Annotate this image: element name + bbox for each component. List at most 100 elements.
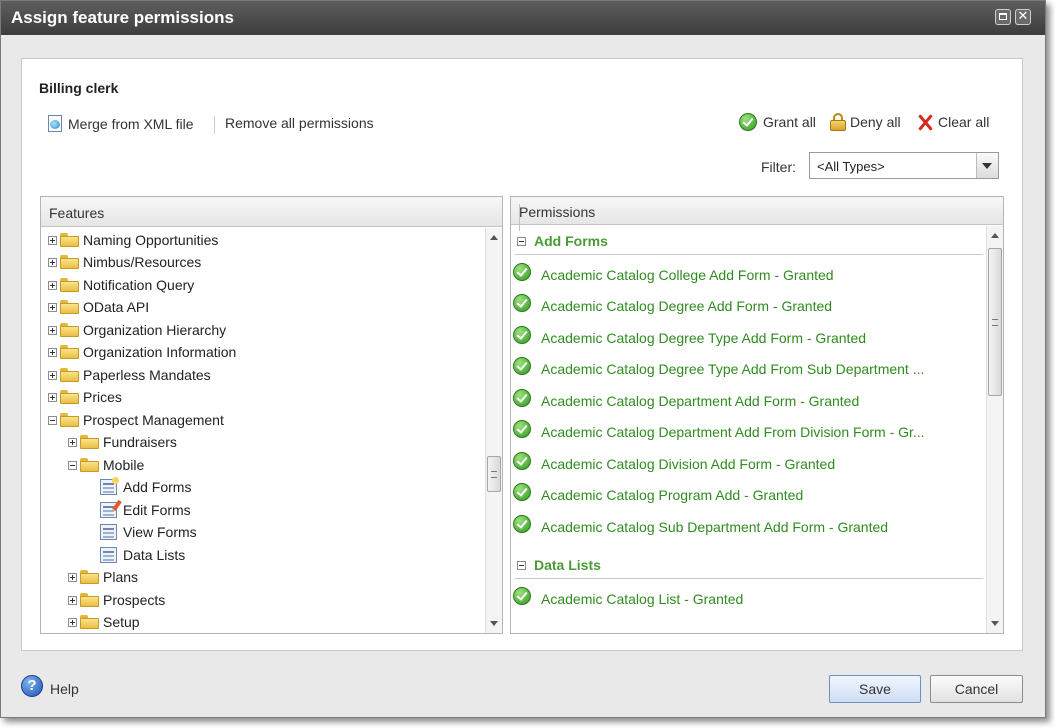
folder-icon	[60, 345, 79, 359]
checkmark-icon	[513, 326, 531, 344]
scroll-thumb[interactable]	[988, 248, 1002, 396]
filter-select[interactable]: <All Types>	[809, 152, 999, 179]
permission-row[interactable]: Academic Catalog List - Granted	[513, 587, 983, 611]
assign-permissions-dialog: Assign feature permissions ✕ Billing cle…	[0, 0, 1046, 718]
checkmark-icon	[513, 357, 531, 375]
tree-item[interactable]: Paperless Mandates	[48, 364, 211, 386]
tree-item[interactable]: Prospects	[68, 589, 165, 611]
filter-label: Filter:	[761, 159, 796, 175]
permissions-panel: Permissions Add Forms Academic Catalog C…	[510, 196, 1004, 634]
collapse-icon[interactable]	[48, 415, 57, 425]
grant-all-label: Grant all	[763, 114, 816, 130]
permissions-header: Permissions	[511, 197, 1003, 231]
collapse-icon[interactable]	[68, 460, 77, 470]
permission-row[interactable]: Academic Catalog Degree Type Add Form - …	[513, 326, 983, 350]
expand-icon[interactable]	[48, 257, 57, 267]
group-header-add-forms[interactable]: Add Forms	[515, 228, 983, 255]
permission-row[interactable]: Academic Catalog Degree Add Form - Grant…	[513, 294, 983, 318]
folder-icon	[60, 278, 79, 292]
folder-icon	[80, 435, 99, 449]
folder-icon	[80, 593, 99, 607]
tree-item[interactable]: OData API	[48, 296, 149, 318]
view-form-icon	[100, 524, 117, 540]
permission-row[interactable]: Academic Catalog College Add Form - Gran…	[513, 263, 983, 287]
lock-icon	[830, 113, 846, 131]
help-link[interactable]: Help	[50, 681, 79, 697]
expand-icon[interactable]	[48, 392, 57, 402]
filter-value: <All Types>	[817, 159, 885, 174]
permission-row[interactable]: Academic Catalog Program Add - Granted	[513, 483, 983, 507]
folder-icon	[80, 458, 99, 472]
help-icon[interactable]: ?	[21, 675, 43, 697]
checkmark-icon	[513, 294, 531, 312]
expand-icon[interactable]	[48, 302, 57, 312]
scroll-thumb[interactable]	[487, 456, 501, 492]
scroll-down-icon[interactable]	[490, 621, 498, 626]
grant-all-button[interactable]: Grant all	[739, 113, 816, 131]
folder-icon	[60, 413, 79, 427]
checkmark-icon	[513, 452, 531, 470]
cancel-button[interactable]: Cancel	[930, 675, 1023, 703]
tree-item[interactable]: View Forms	[100, 521, 197, 543]
merge-xml-button[interactable]: Merge from XML file	[46, 115, 194, 133]
expand-icon[interactable]	[48, 370, 57, 380]
role-name: Billing clerk	[39, 80, 119, 96]
collapse-icon[interactable]	[517, 560, 526, 570]
features-panel: Features Naming Opportunities Nimbus/Res…	[40, 196, 503, 634]
features-header-label: Features	[49, 205, 105, 221]
clear-all-button[interactable]: Clear all	[916, 113, 989, 131]
expand-icon[interactable]	[48, 347, 57, 357]
tree-item[interactable]: Nimbus/Resources	[48, 251, 201, 273]
permission-row[interactable]: Academic Catalog Department Add Form - G…	[513, 389, 983, 413]
expand-icon[interactable]	[68, 617, 77, 627]
deny-all-button[interactable]: Deny all	[830, 113, 901, 131]
expand-icon[interactable]	[68, 572, 77, 582]
folder-icon	[60, 323, 79, 337]
tree-item[interactable]: Mobile	[68, 454, 144, 476]
tree-item[interactable]: Plans	[68, 566, 138, 588]
features-header: Features	[41, 197, 502, 227]
tree-item[interactable]: Organization Information	[48, 341, 236, 363]
save-button[interactable]: Save	[829, 675, 921, 703]
features-scrollbar[interactable]	[485, 228, 502, 633]
tree-item[interactable]: Organization Hierarchy	[48, 319, 226, 341]
permissions-scrollbar[interactable]	[986, 226, 1003, 633]
expand-icon[interactable]	[68, 437, 77, 447]
checkmark-icon	[513, 587, 531, 605]
add-form-icon	[100, 477, 119, 495]
expand-icon[interactable]	[68, 595, 77, 605]
tree-item[interactable]: Prospect Management	[48, 409, 224, 431]
permission-row[interactable]: Academic Catalog Division Add Form - Gra…	[513, 452, 983, 476]
scroll-down-icon[interactable]	[991, 621, 999, 626]
expand-icon[interactable]	[48, 280, 57, 290]
remove-all-label: Remove all permissions	[225, 115, 374, 131]
permission-row[interactable]: Academic Catalog Department Add From Div…	[513, 420, 983, 444]
checkmark-icon	[513, 515, 531, 533]
permission-row[interactable]: Academic Catalog Degree Type Add From Su…	[513, 357, 983, 381]
tree-item[interactable]: Setup	[68, 611, 140, 633]
collapse-icon[interactable]	[517, 236, 526, 246]
group-header-data-lists[interactable]: Data Lists	[515, 552, 983, 579]
tree-item[interactable]: Add Forms	[100, 476, 191, 498]
tree-item[interactable]: Prices	[48, 386, 122, 408]
remove-all-permissions-button[interactable]: Remove all permissions	[225, 115, 374, 131]
tree-item[interactable]: Data Lists	[100, 544, 185, 566]
scroll-up-icon[interactable]	[490, 235, 498, 240]
close-icon[interactable]: ✕	[1015, 9, 1031, 25]
expand-icon[interactable]	[48, 325, 57, 335]
maximize-icon[interactable]	[995, 9, 1011, 25]
tree-item[interactable]: Naming Opportunities	[48, 229, 218, 251]
checkmark-icon	[739, 113, 757, 131]
expand-icon[interactable]	[48, 235, 57, 245]
folder-icon	[80, 615, 99, 629]
tree-item[interactable]: Edit Forms	[100, 499, 191, 521]
merge-xml-label: Merge from XML file	[68, 116, 194, 132]
chevron-down-icon[interactable]	[976, 153, 998, 178]
permission-row[interactable]: Academic Catalog Sub Department Add Form…	[513, 515, 983, 539]
tree-item[interactable]: Notification Query	[48, 274, 194, 296]
folder-icon	[60, 233, 79, 247]
scroll-up-icon[interactable]	[991, 233, 999, 238]
tree-item[interactable]: Fundraisers	[68, 431, 177, 453]
red-x-icon	[916, 113, 934, 131]
folder-icon	[60, 390, 79, 404]
